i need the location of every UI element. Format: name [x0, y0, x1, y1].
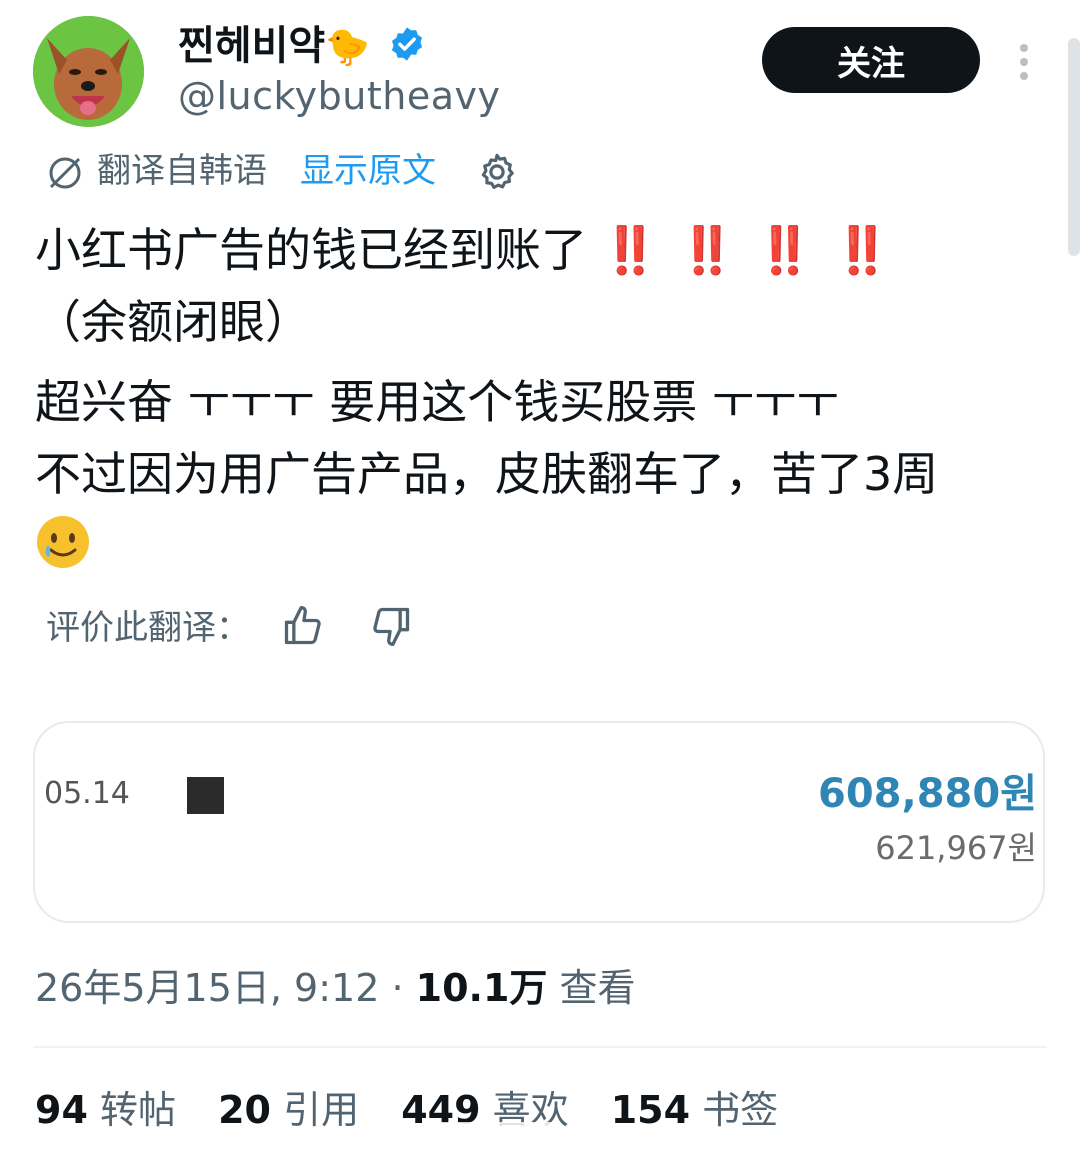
chick-emoji: 🐤	[325, 27, 371, 68]
redacted-block	[187, 777, 224, 814]
views-count: 10.1万	[415, 966, 548, 1010]
gear-icon[interactable]	[476, 151, 518, 193]
attached-image-card[interactable]	[33, 721, 1045, 923]
meta-separator: ·	[391, 966, 404, 1010]
thumbs-down-icon[interactable]	[369, 604, 413, 648]
tweet-text-line-1: 小红书广告的钱已经到账了 ‼️ ‼️ ‼️ ‼️	[35, 222, 893, 278]
quotes-label: 引用	[283, 1088, 360, 1132]
more-options-icon[interactable]	[1012, 42, 1036, 82]
transaction-date: 05.14	[44, 776, 130, 811]
display-name-text: 찐헤비약	[178, 23, 326, 69]
divider	[33, 1046, 1047, 1048]
bookmarks-stat[interactable]: 154 书签	[611, 1088, 778, 1132]
show-original-link[interactable]: 显示原文	[300, 148, 436, 194]
scrollbar[interactable]	[1068, 38, 1080, 256]
bookmarks-label: 书签	[702, 1088, 779, 1132]
avatar[interactable]	[33, 16, 144, 127]
views-label: 查看	[559, 966, 636, 1010]
double-exclamation-marks: ‼️ ‼️ ‼️ ‼️	[601, 223, 893, 277]
tweet-meta: 26年5月15日, 9:12 · 10.1万 查看	[35, 964, 636, 1012]
tweet-text-line-4: 不过因为用广告产品，皮肤翻车了，苦了3周	[35, 447, 939, 501]
smiling-tear-emoji-icon	[37, 516, 89, 568]
watermark-overlay	[414, 1122, 564, 1148]
account-balance: 621,967원	[875, 829, 1037, 867]
timestamp[interactable]: 26年5月15日, 9:12	[35, 966, 379, 1010]
display-name[interactable]: 찐헤비약🐤	[178, 20, 426, 74]
tweet-text-line-2: （余额闭眼）	[35, 295, 311, 349]
follow-button[interactable]: 关注	[762, 27, 980, 93]
translate-icon	[49, 157, 81, 189]
tweet-text-line-3: 超兴奋 ㅜㅜㅜ 要用这个钱买股票 ㅜㅜㅜ	[35, 375, 839, 429]
translated-from-label: 翻译自韩语	[97, 151, 267, 191]
quotes-count: 20	[218, 1088, 271, 1132]
user-handle[interactable]: @luckybutheavy	[178, 72, 501, 120]
reposts-label: 转帖	[99, 1088, 176, 1132]
reposts-count: 94	[35, 1088, 88, 1132]
transaction-amount: 608,880원	[818, 771, 1037, 817]
tweet-text-line-1-body: 小红书广告的钱已经到账了	[35, 223, 587, 277]
verified-badge-icon	[391, 27, 423, 61]
bookmarks-count: 154	[610, 1088, 691, 1132]
quotes-stat[interactable]: 20 引用	[218, 1088, 359, 1132]
reposts-stat[interactable]: 94 转帖	[35, 1088, 176, 1132]
rate-translation-label: 评价此翻译：	[46, 608, 250, 648]
thumbs-up-icon[interactable]	[281, 604, 325, 648]
